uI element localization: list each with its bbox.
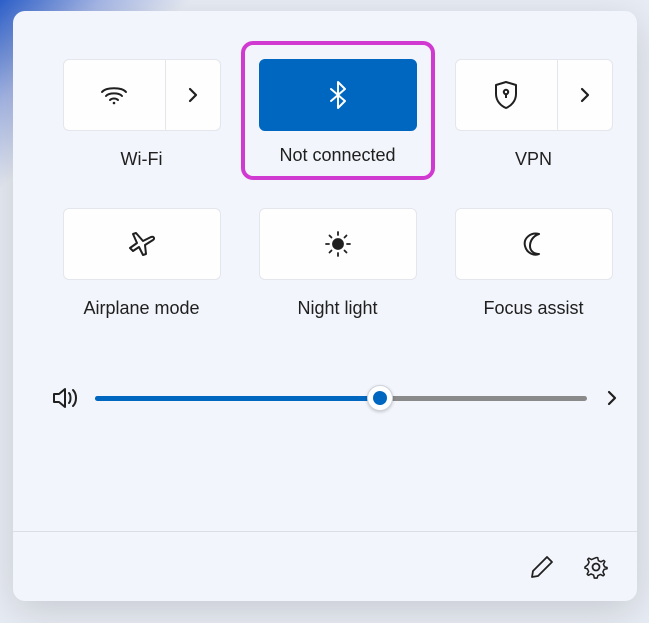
settings-button[interactable]	[583, 554, 609, 580]
tile-wrap-airplane: Airplane mode	[63, 208, 221, 357]
volume-fill	[95, 396, 380, 401]
volume-row	[13, 385, 637, 411]
volume-slider[interactable]	[95, 396, 587, 401]
tile-wrap-bluetooth: Not connected	[259, 59, 417, 208]
bluetooth-icon	[329, 80, 347, 110]
airplane-tile[interactable]	[63, 208, 221, 280]
nightlight-label: Night light	[297, 298, 377, 319]
footer	[13, 531, 637, 601]
vpn-toggle[interactable]	[456, 60, 558, 130]
tile-wrap-vpn: VPN	[455, 59, 613, 208]
quick-settings-panel: Wi-Fi Not connected	[13, 11, 637, 601]
tiles-grid: Wi-Fi Not connected	[13, 11, 637, 357]
moon-icon	[521, 231, 547, 257]
bluetooth-tile[interactable]	[259, 59, 417, 131]
wifi-icon	[100, 84, 128, 106]
tile-wrap-wifi: Wi-Fi	[63, 59, 221, 208]
volume-thumb[interactable]	[367, 385, 393, 411]
tile-wrap-nightlight: Night light	[259, 208, 417, 357]
nightlight-tile[interactable]	[259, 208, 417, 280]
focus-tile[interactable]	[455, 208, 613, 280]
wifi-toggle[interactable]	[64, 60, 166, 130]
chevron-right-icon	[187, 86, 199, 104]
wifi-expand[interactable]	[166, 60, 220, 130]
shield-icon	[493, 80, 519, 110]
vpn-label: VPN	[515, 149, 552, 170]
bluetooth-label: Not connected	[279, 145, 395, 166]
focus-label: Focus assist	[483, 298, 583, 319]
wifi-tile[interactable]	[63, 59, 221, 131]
bluetooth-highlight: Not connected	[241, 41, 435, 180]
volume-expand[interactable]	[605, 388, 619, 408]
wifi-label: Wi-Fi	[121, 149, 163, 170]
chevron-right-icon	[579, 86, 591, 104]
airplane-icon	[127, 230, 157, 258]
vpn-expand[interactable]	[558, 60, 612, 130]
edit-button[interactable]	[529, 554, 555, 580]
night-light-icon	[323, 229, 353, 259]
airplane-label: Airplane mode	[83, 298, 199, 319]
speaker-icon[interactable]	[51, 385, 79, 411]
tile-wrap-focus: Focus assist	[455, 208, 613, 357]
vpn-tile[interactable]	[455, 59, 613, 131]
